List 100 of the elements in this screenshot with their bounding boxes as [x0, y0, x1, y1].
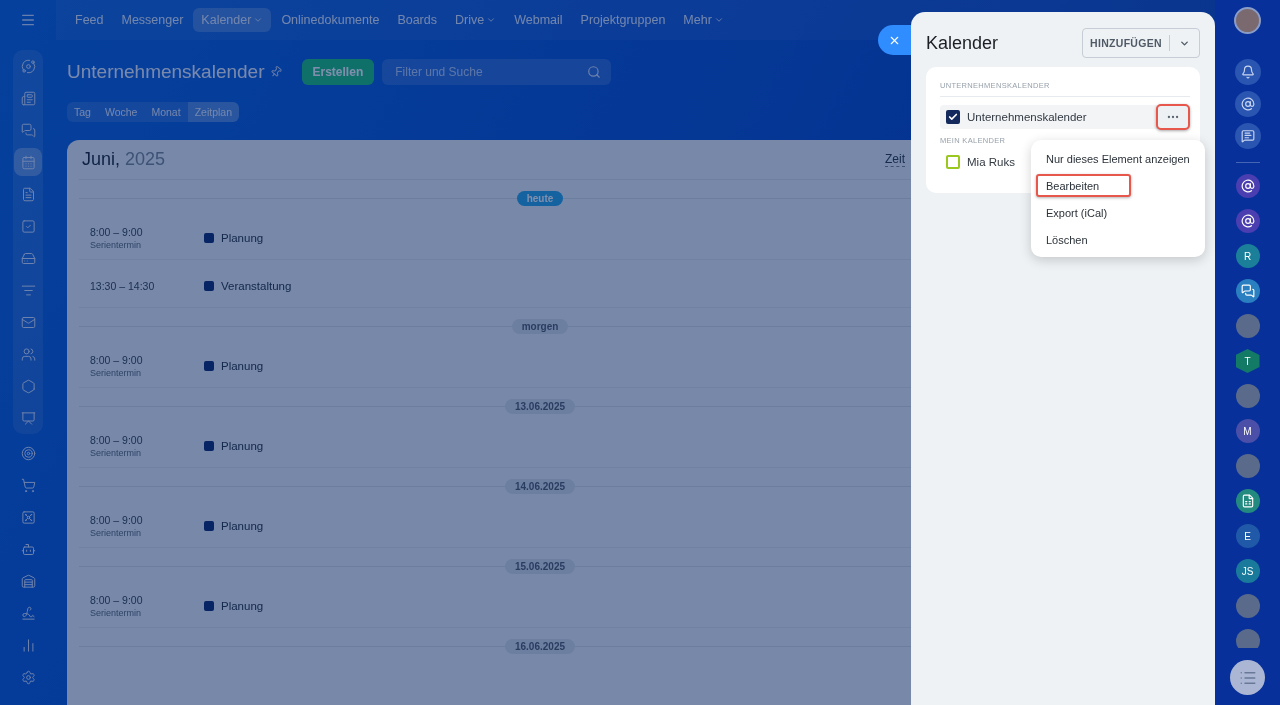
- event-time: 8:00 – 9:00: [90, 433, 144, 446]
- view-label[interactable]: Zeit: [885, 152, 905, 167]
- at-sign-icon: [1240, 214, 1255, 228]
- chat-icon: [1240, 129, 1255, 143]
- chat-icon: [1240, 284, 1255, 298]
- search-icon: [587, 65, 602, 79]
- view-tab[interactable]: Tag: [67, 102, 98, 122]
- nav-item[interactable]: Boards: [389, 8, 445, 32]
- event-note: Serientermin: [90, 607, 143, 618]
- check-icon: [948, 112, 958, 122]
- view-tab[interactable]: Monat: [144, 102, 188, 122]
- notifications-button[interactable]: [1234, 59, 1261, 85]
- robot-icon: [20, 541, 36, 557]
- event-title: Planung: [221, 231, 264, 244]
- panel-title: Kalender: [926, 32, 999, 54]
- month-label: Juni,: [82, 149, 121, 169]
- add-button[interactable]: HINZUFÜGEN: [1082, 28, 1200, 58]
- list-menu-button[interactable]: [1230, 660, 1265, 695]
- bar-chart-icon: [20, 637, 36, 653]
- checkbox[interactable]: [946, 155, 960, 169]
- calendar-name: Unternehmenskalender: [967, 111, 1087, 123]
- presentation-icon: [20, 410, 36, 426]
- year-label: 2025: [125, 149, 166, 169]
- event-note: Serientermin: [90, 367, 143, 378]
- drive-icon: [20, 250, 36, 266]
- nav-item[interactable]: Onlinedokumente: [273, 8, 388, 32]
- day-label: 14.06.2025: [504, 478, 576, 494]
- document-icon: [20, 186, 36, 202]
- mail-icon: [20, 314, 36, 330]
- menu-icon: [20, 12, 36, 28]
- calendar-color-square: [204, 280, 214, 291]
- target-icon: [20, 445, 36, 461]
- user-avatar[interactable]: [1234, 7, 1261, 34]
- calendar-color-square: [204, 232, 214, 243]
- settings-icon: [20, 669, 36, 685]
- day-label: heute: [516, 190, 564, 206]
- avatar-photo[interactable]: [1235, 384, 1260, 408]
- calendar-color-square: [204, 600, 214, 611]
- chevron-icon: [486, 15, 497, 25]
- users-icon: [20, 346, 36, 362]
- day-label: 15.06.2025: [504, 558, 576, 574]
- warehouse-icon: [20, 573, 36, 589]
- avatar-photo[interactable]: [1235, 314, 1260, 338]
- at-sign-icon: [1240, 97, 1255, 111]
- day-label: 16.06.2025: [504, 638, 576, 654]
- event-time: 8:00 – 9:00: [90, 593, 144, 606]
- nav-item[interactable]: Mehr: [675, 8, 732, 32]
- view-tab[interactable]: Woche: [97, 102, 145, 122]
- newspaper-icon: [20, 90, 36, 106]
- event-title: Planung: [221, 519, 264, 532]
- avatar-initials[interactable]: R: [1235, 244, 1260, 268]
- event-time: 13:30 – 14:30: [90, 279, 156, 292]
- calendar-color-square: [204, 360, 214, 371]
- page-title: Unternehmenskalender: [67, 61, 265, 83]
- nav-item[interactable]: Projektgruppen: [572, 8, 674, 32]
- filter-icon: [20, 282, 36, 298]
- nav-item[interactable]: Feed: [67, 8, 112, 32]
- checkbox[interactable]: [946, 110, 960, 124]
- cart-icon: [20, 477, 36, 493]
- bell-icon: [1240, 65, 1255, 79]
- calendar-name: Mia Ruks: [967, 156, 1015, 168]
- day-label: morgen: [511, 318, 569, 334]
- event-title: Planung: [221, 439, 264, 452]
- hexagon-icon: [20, 378, 36, 394]
- event-note: Serientermin: [90, 527, 143, 538]
- nav-item[interactable]: Drive: [447, 8, 505, 32]
- signature-icon: [20, 605, 36, 621]
- chat-button[interactable]: [1234, 123, 1261, 149]
- nav-item[interactable]: Webmail: [506, 8, 571, 32]
- more-button[interactable]: [1156, 104, 1190, 130]
- calendar-color-square: [204, 440, 214, 451]
- orbit-icon: [20, 58, 36, 74]
- avatar-initials[interactable]: E: [1235, 524, 1260, 548]
- avatar-photo[interactable]: [1235, 594, 1260, 618]
- avatar-photo[interactable]: [1235, 454, 1260, 478]
- event-time: 8:00 – 9:00: [90, 225, 144, 238]
- calendar-icon: [20, 154, 36, 170]
- checkbox-icon: [20, 218, 36, 234]
- nav-item[interactable]: Messenger: [113, 8, 192, 32]
- avatar-initials[interactable]: M: [1235, 419, 1260, 443]
- event-note: Serientermin: [90, 447, 143, 458]
- close-button[interactable]: [878, 25, 911, 55]
- event-note: Serientermin: [90, 239, 143, 250]
- chevron-icon: [253, 15, 264, 25]
- document-icon: [1240, 494, 1255, 508]
- safe-icon: [20, 509, 36, 525]
- at-sign-icon: [1240, 179, 1255, 193]
- event-title: Veranstaltung: [221, 279, 292, 292]
- chat-icon: [20, 122, 36, 138]
- event-title: Planung: [221, 599, 264, 612]
- event-time: 8:00 – 9:00: [90, 353, 144, 366]
- avatar-initials[interactable]: JS: [1235, 559, 1260, 583]
- calendar-color-square: [204, 520, 214, 531]
- menu-item[interactable]: Bearbeiten: [1036, 174, 1132, 197]
- avatar-initials[interactable]: T: [1235, 349, 1260, 373]
- event-title: Planung: [221, 359, 264, 372]
- avatar-photo[interactable]: [1235, 629, 1260, 648]
- chevron-icon: [713, 15, 724, 25]
- day-label: 13.06.2025: [504, 398, 576, 414]
- event-time: 8:00 – 9:00: [90, 513, 144, 526]
